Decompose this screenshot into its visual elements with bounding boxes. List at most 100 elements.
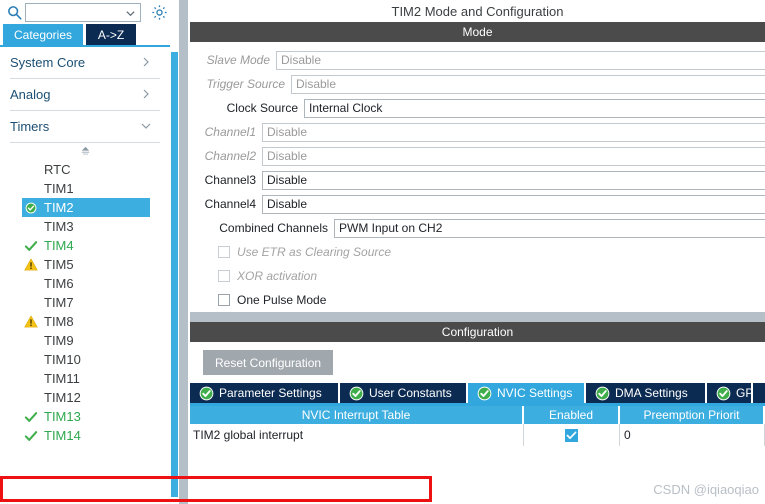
- sidebar-item-tim6[interactable]: TIM6: [22, 274, 150, 293]
- reset-area: Reset Configuration: [190, 342, 765, 383]
- column-header-preemption-priorit[interactable]: Preemption Priorit: [620, 406, 765, 424]
- field-row-channel1: Channel1 Disable: [190, 120, 765, 144]
- sidebar-item-tim2[interactable]: TIM2: [22, 198, 150, 217]
- sidebar-item-tim14[interactable]: TIM14: [22, 426, 150, 445]
- field-combo-clock-source[interactable]: Internal Clock: [304, 98, 765, 118]
- main-panel: TIM2 Mode and Configuration Mode Slave M…: [190, 0, 765, 504]
- field-combo-channel3[interactable]: Disable: [262, 170, 765, 190]
- chevron-down-icon[interactable]: [125, 8, 136, 19]
- sidebar-item-tim8[interactable]: TIM8: [22, 312, 150, 331]
- sidebar-item-label: TIM7: [44, 295, 74, 310]
- sidebar-item-tim13[interactable]: TIM13: [22, 407, 150, 426]
- checkbox-label-xor-activation: XOR activation: [237, 269, 318, 283]
- search-input[interactable]: [26, 6, 122, 18]
- check-circle-icon: [716, 386, 731, 401]
- nvic-table-header: NVIC Interrupt Table Enabled Preemption Pr…: [190, 406, 765, 424]
- tab-label: Parameter Settings: [219, 386, 322, 400]
- checkbox-row-xor-activation[interactable]: XOR activation: [190, 264, 765, 288]
- field-combo-channel4[interactable]: Disable: [262, 194, 765, 214]
- field-label-channel3: Channel3: [204, 173, 256, 187]
- tab-user-constants[interactable]: User Constants: [340, 383, 468, 403]
- blank-icon: [22, 371, 40, 386]
- category-timers[interactable]: Timers: [10, 111, 160, 143]
- sidebar-item-tim12[interactable]: TIM12: [22, 388, 150, 407]
- warning-icon: [22, 314, 40, 329]
- sidebar-item-tim11[interactable]: TIM11: [22, 369, 150, 388]
- sidebar-scrollbar-thumb[interactable]: [171, 52, 178, 497]
- gear-icon[interactable]: [147, 0, 171, 24]
- reset-configuration-button[interactable]: Reset Configuration: [203, 350, 334, 375]
- configuration-section-header: Configuration: [190, 322, 765, 342]
- cell-enabled[interactable]: [524, 424, 620, 446]
- field-combo-channel2[interactable]: Disable: [262, 146, 765, 166]
- timer-list: RTC TIM1 TIM2 TIM3 TIM4 TIM5 TIM6 TIM7 TIM8 TIM9 T…: [0, 159, 170, 445]
- category-label: Analog: [10, 87, 51, 102]
- sidebar-item-label: TIM1: [44, 181, 74, 196]
- chevron-right-icon: [140, 56, 152, 68]
- tab-nvic-settings[interactable]: NVIC Settings: [468, 383, 586, 403]
- table-row[interactable]: TIM2 global interrupt 0: [190, 424, 765, 446]
- field-row-channel4: Channel4 Disable: [190, 192, 765, 216]
- field-combo-trigger-source[interactable]: Disable: [291, 74, 765, 94]
- field-label-channel2: Channel2: [204, 149, 256, 163]
- field-label-channel1: Channel1: [204, 125, 256, 139]
- chevron-down-icon: [140, 120, 152, 132]
- category-label: System Core: [10, 55, 86, 70]
- checkbox-use-etr-as-clearing-source[interactable]: [218, 246, 230, 258]
- field-label-slave-mode: Slave Mode: [206, 53, 270, 67]
- sidebar-item-label: TIM5: [44, 257, 74, 272]
- checkbox-label-one-pulse-mode: One Pulse Mode: [237, 293, 327, 307]
- checkbox-enabled[interactable]: [565, 428, 578, 442]
- sidebar-item-label: TIM6: [44, 276, 74, 291]
- cell-preemption-priority[interactable]: 0: [620, 424, 765, 446]
- field-row-trigger-source: Trigger Source Disable: [190, 72, 765, 96]
- field-combo-combined-channels[interactable]: PWM Input on CH2: [334, 218, 765, 238]
- check-icon: [22, 238, 40, 253]
- stm32cubemx-window: Categories A->Z System Core Analog Timer…: [0, 0, 765, 504]
- field-label-combined-channels: Combined Channels: [219, 221, 328, 235]
- check-circle-icon: [22, 200, 40, 215]
- field-combo-slave-mode[interactable]: Disable: [276, 50, 765, 70]
- category-label: Timers: [10, 119, 50, 134]
- tab-parameter-settings[interactable]: Parameter Settings: [190, 383, 340, 403]
- tab-label: GP: [736, 386, 754, 400]
- blank-icon: [22, 181, 40, 196]
- tab-gp[interactable]: GP: [707, 383, 753, 403]
- field-combo-channel1[interactable]: Disable: [262, 122, 765, 142]
- sidebar-item-rtc[interactable]: RTC: [22, 160, 150, 179]
- sidebar-item-tim5[interactable]: TIM5: [22, 255, 150, 274]
- category-analog[interactable]: Analog: [10, 79, 160, 111]
- tab-categories[interactable]: Categories: [3, 24, 83, 46]
- sidebar-item-tim7[interactable]: TIM7: [22, 293, 150, 312]
- warning-icon: [22, 257, 40, 272]
- sidebar-item-tim4[interactable]: TIM4: [22, 236, 150, 255]
- search-icon[interactable]: [3, 1, 25, 23]
- field-label-clock-source: Clock Source: [226, 101, 298, 115]
- tab-dma-settings[interactable]: DMA Settings: [586, 383, 707, 403]
- sidebar-item-label: RTC: [44, 162, 71, 177]
- column-header-enabled[interactable]: Enabled: [524, 406, 620, 424]
- sidebar-item-tim3[interactable]: TIM3: [22, 217, 150, 236]
- sidebar-item-tim9[interactable]: TIM9: [22, 331, 150, 350]
- cell-interrupt-name[interactable]: TIM2 global interrupt: [190, 424, 524, 446]
- checkbox-label-use-etr-as-clearing-source: Use ETR as Clearing Source: [237, 245, 392, 259]
- blank-icon: [22, 352, 40, 367]
- sidebar-item-label: TIM11: [44, 371, 80, 386]
- search-box[interactable]: [25, 2, 141, 22]
- panel-divider[interactable]: [179, 0, 188, 504]
- page-title: TIM2 Mode and Configuration: [190, 0, 765, 22]
- checkbox-one-pulse-mode[interactable]: [218, 294, 230, 306]
- scroll-up-arrow-icon[interactable]: [0, 143, 170, 159]
- check-circle-icon: [595, 386, 610, 401]
- field-row-combined-channels: Combined Channels PWM Input on CH2: [190, 216, 765, 240]
- configuration-tabbar: Parameter Settings User Constants NVIC Set…: [190, 383, 765, 406]
- sidebar-item-tim1[interactable]: TIM1: [22, 179, 150, 198]
- column-header-nvic-interrupt-table[interactable]: NVIC Interrupt Table: [190, 406, 524, 424]
- sidebar-item-tim10[interactable]: TIM10: [22, 350, 150, 369]
- category-system-core[interactable]: System Core: [10, 47, 160, 79]
- tab-a-to-z[interactable]: A->Z: [86, 24, 136, 46]
- field-label-trigger-source: Trigger Source: [206, 77, 285, 91]
- checkbox-row-one-pulse-mode[interactable]: One Pulse Mode: [190, 288, 765, 312]
- checkbox-row-use-etr-as-clearing-source[interactable]: Use ETR as Clearing Source: [190, 240, 765, 264]
- checkbox-xor-activation[interactable]: [218, 270, 230, 282]
